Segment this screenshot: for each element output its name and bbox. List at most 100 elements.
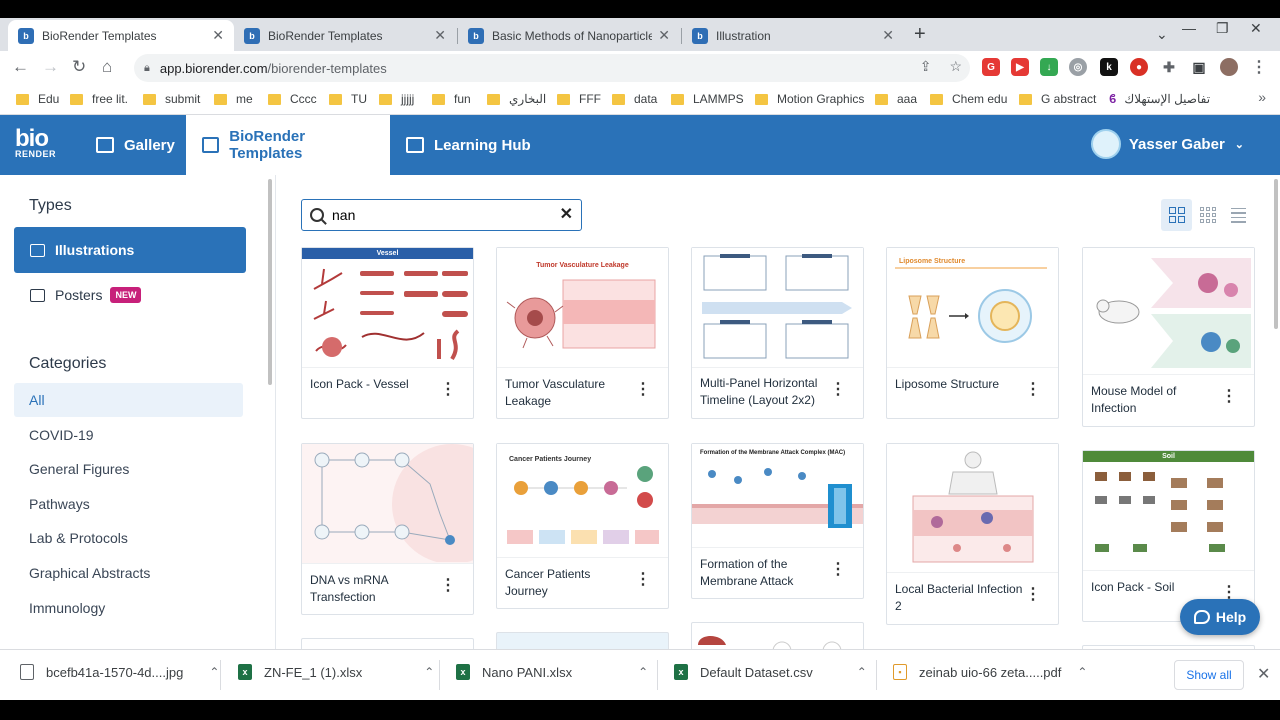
- stop-extension-icon[interactable]: ●: [1130, 58, 1148, 76]
- share-icon[interactable]: ⇪: [920, 58, 932, 75]
- category-pathways[interactable]: Pathways: [14, 487, 243, 521]
- tab-biorender-templates[interactable]: b BioRender Templates ✕: [234, 20, 456, 51]
- close-tab-icon[interactable]: ✕: [212, 27, 224, 44]
- download-item[interactable]: x ZN-FE_1 (1).xlsx ⌃: [238, 664, 434, 680]
- puzzle-icon[interactable]: ✚: [1160, 58, 1178, 76]
- card-menu-kebab-icon[interactable]: ⋮: [830, 562, 846, 578]
- biorender-logo[interactable]: bio RENDER: [15, 127, 56, 159]
- restore-icon[interactable]: ❐: [1216, 20, 1229, 37]
- category-all[interactable]: All: [14, 383, 243, 417]
- nav-gallery[interactable]: Gallery: [80, 115, 191, 175]
- video-extension-icon[interactable]: ▶: [1011, 58, 1029, 76]
- template-card-cancer-patients-journey[interactable]: Cancer Patients Journey Cancer Patients …: [496, 443, 669, 609]
- bookmark-folder[interactable]: TU: [329, 92, 367, 106]
- card-menu-kebab-icon[interactable]: ⋮: [440, 382, 456, 398]
- nav-biorender-templates[interactable]: BioRender Templates: [186, 115, 390, 175]
- bookmark-folder[interactable]: Motion Graphics: [755, 92, 864, 106]
- template-card-local-bacterial-infection-2[interactable]: Local Bacterial Infection 2 ⋮: [886, 443, 1059, 625]
- card-menu-kebab-icon[interactable]: ⋮: [1221, 389, 1237, 405]
- bookmark-folder[interactable]: FFF: [557, 92, 601, 106]
- category-graphical-abstracts[interactable]: Graphical Abstracts: [14, 556, 243, 590]
- bookmark-link[interactable]: ϐ تفاصيل الإستهلاك: [1109, 92, 1210, 106]
- bookmark-folder[interactable]: LAMMPS: [671, 92, 744, 106]
- reload-icon[interactable]: ↻: [72, 57, 86, 77]
- bookmark-folder[interactable]: Chem edu: [930, 92, 1007, 106]
- type-illustrations[interactable]: Illustrations: [14, 227, 246, 273]
- new-tab-icon[interactable]: +: [914, 23, 926, 46]
- forward-icon[interactable]: →: [42, 57, 59, 77]
- bookmark-folder[interactable]: Edu: [16, 92, 59, 106]
- bookmark-folder[interactable]: البخاري: [487, 92, 546, 106]
- list-view-button[interactable]: [1223, 199, 1254, 231]
- tab-illustration[interactable]: b Illustration ✕: [682, 20, 904, 51]
- template-card-icon-pack-vessel[interactable]: Vessel Icon Pack - Vessel ⋮: [301, 247, 474, 419]
- template-card-formation-membrane-attack[interactable]: Formation of the Membrane Attack Complex…: [691, 443, 864, 599]
- close-window-icon[interactable]: ✕: [1250, 20, 1262, 37]
- template-card-mouse-model-of-infection[interactable]: Mouse Model of Infection ⋮: [1082, 247, 1255, 427]
- card-menu-kebab-icon[interactable]: ⋮: [1025, 382, 1041, 398]
- show-all-downloads-button[interactable]: Show all: [1174, 660, 1244, 690]
- card-menu-kebab-icon[interactable]: ⋮: [635, 382, 651, 398]
- template-card-multi-panel-timeline[interactable]: Multi-Panel Horizontal Timeline (Layout …: [691, 247, 864, 419]
- search-input[interactable]: [332, 207, 542, 223]
- card-menu-kebab-icon[interactable]: ⋮: [635, 572, 651, 588]
- template-card-partial[interactable]: [496, 632, 669, 649]
- nav-learning-hub[interactable]: Learning Hub: [390, 115, 547, 175]
- download-extension-icon[interactable]: ↓: [1040, 58, 1058, 76]
- globe-extension-icon[interactable]: ◎: [1069, 58, 1087, 76]
- bookmark-folder[interactable]: G abstract: [1019, 92, 1096, 106]
- main-scrollbar[interactable]: [1274, 179, 1278, 329]
- profile-avatar[interactable]: [1220, 58, 1238, 76]
- tab-search-icon[interactable]: ⌄: [1156, 26, 1168, 43]
- template-card-dna-vs-mrna-transfection[interactable]: DNA vs mRNA Transfection ⋮: [301, 443, 474, 615]
- bookmark-folder[interactable]: me: [214, 92, 253, 106]
- download-item[interactable]: x Nano PANI.xlsx ⌃: [456, 664, 648, 680]
- download-item[interactable]: x Default Dataset.csv ⌃: [674, 664, 867, 680]
- extension-icon-dark[interactable]: k: [1100, 58, 1118, 76]
- template-card-icon-pack-soil[interactable]: Soil Icon Pack - Soil ⋮: [1082, 450, 1255, 622]
- tab-biorender-templates-active[interactable]: b BioRender Templates ✕: [8, 20, 234, 51]
- chevron-up-icon[interactable]: ⌃: [1077, 665, 1087, 679]
- close-tab-icon[interactable]: ✕: [882, 27, 894, 44]
- sidebar-scrollbar[interactable]: [268, 179, 272, 385]
- close-tab-icon[interactable]: ✕: [658, 27, 670, 44]
- close-tab-icon[interactable]: ✕: [434, 27, 446, 44]
- large-grid-view-button[interactable]: [1161, 199, 1192, 231]
- chevron-up-icon[interactable]: ⌃: [638, 665, 648, 679]
- address-bar[interactable]: 🔒︎ app.biorender.com/biorender-templates…: [134, 54, 970, 82]
- download-item[interactable]: ▪ zeinab uio-66 zeta.....pdf ⌃: [893, 664, 1087, 680]
- side-panel-icon[interactable]: ▣: [1190, 58, 1208, 76]
- card-menu-kebab-icon[interactable]: ⋮: [830, 382, 846, 398]
- bookmark-folder[interactable]: Cccc: [268, 92, 317, 106]
- chevron-up-icon[interactable]: ⌃: [424, 665, 434, 679]
- chevron-up-icon[interactable]: ⌃: [209, 665, 219, 679]
- back-icon[interactable]: ←: [12, 57, 29, 77]
- bookmark-folder[interactable]: data: [612, 92, 657, 106]
- category-covid-19[interactable]: COVID-19: [14, 418, 243, 452]
- category-lab-protocols[interactable]: Lab & Protocols: [14, 521, 243, 555]
- menu-kebab-icon[interactable]: ⋮: [1250, 58, 1268, 76]
- more-bookmarks-icon[interactable]: »: [1258, 89, 1266, 105]
- bookmark-folder[interactable]: fun: [432, 92, 471, 106]
- user-menu[interactable]: Yasser Gaber ⌄: [1090, 129, 1244, 159]
- help-button[interactable]: Help: [1180, 599, 1260, 635]
- template-card-partial[interactable]: [301, 638, 474, 649]
- bookmark-star-icon[interactable]: ☆: [949, 58, 962, 75]
- card-menu-kebab-icon[interactable]: ⋮: [1025, 587, 1041, 603]
- bookmark-folder[interactable]: submit: [143, 92, 200, 106]
- extension-icon[interactable]: G: [982, 58, 1000, 76]
- tab-nanoparticle[interactable]: b Basic Methods of Nanoparticle S ✕: [458, 20, 680, 51]
- bookmark-folder[interactable]: jjjjj: [379, 92, 414, 106]
- small-grid-view-button[interactable]: [1192, 199, 1223, 231]
- category-general-figures[interactable]: General Figures: [14, 452, 243, 486]
- download-item[interactable]: bcefb41a-1570-4d....jpg ⌃: [20, 664, 219, 680]
- chevron-up-icon[interactable]: ⌃: [857, 665, 867, 679]
- template-card-tumor-vasculature-leakage[interactable]: Tumor Vasculature Leakage Tumor Vasculat…: [496, 247, 669, 419]
- card-menu-kebab-icon[interactable]: ⋮: [440, 578, 456, 594]
- home-icon[interactable]: ⌂: [102, 57, 112, 77]
- category-immunology[interactable]: Immunology: [14, 591, 243, 625]
- bookmark-folder[interactable]: free lit.: [70, 92, 128, 106]
- template-card-liposome-structure[interactable]: Liposome Structure Liposome Structure ⋮: [886, 247, 1059, 419]
- close-downloads-icon[interactable]: ✕: [1257, 664, 1270, 684]
- type-posters[interactable]: Posters NEW: [14, 272, 246, 318]
